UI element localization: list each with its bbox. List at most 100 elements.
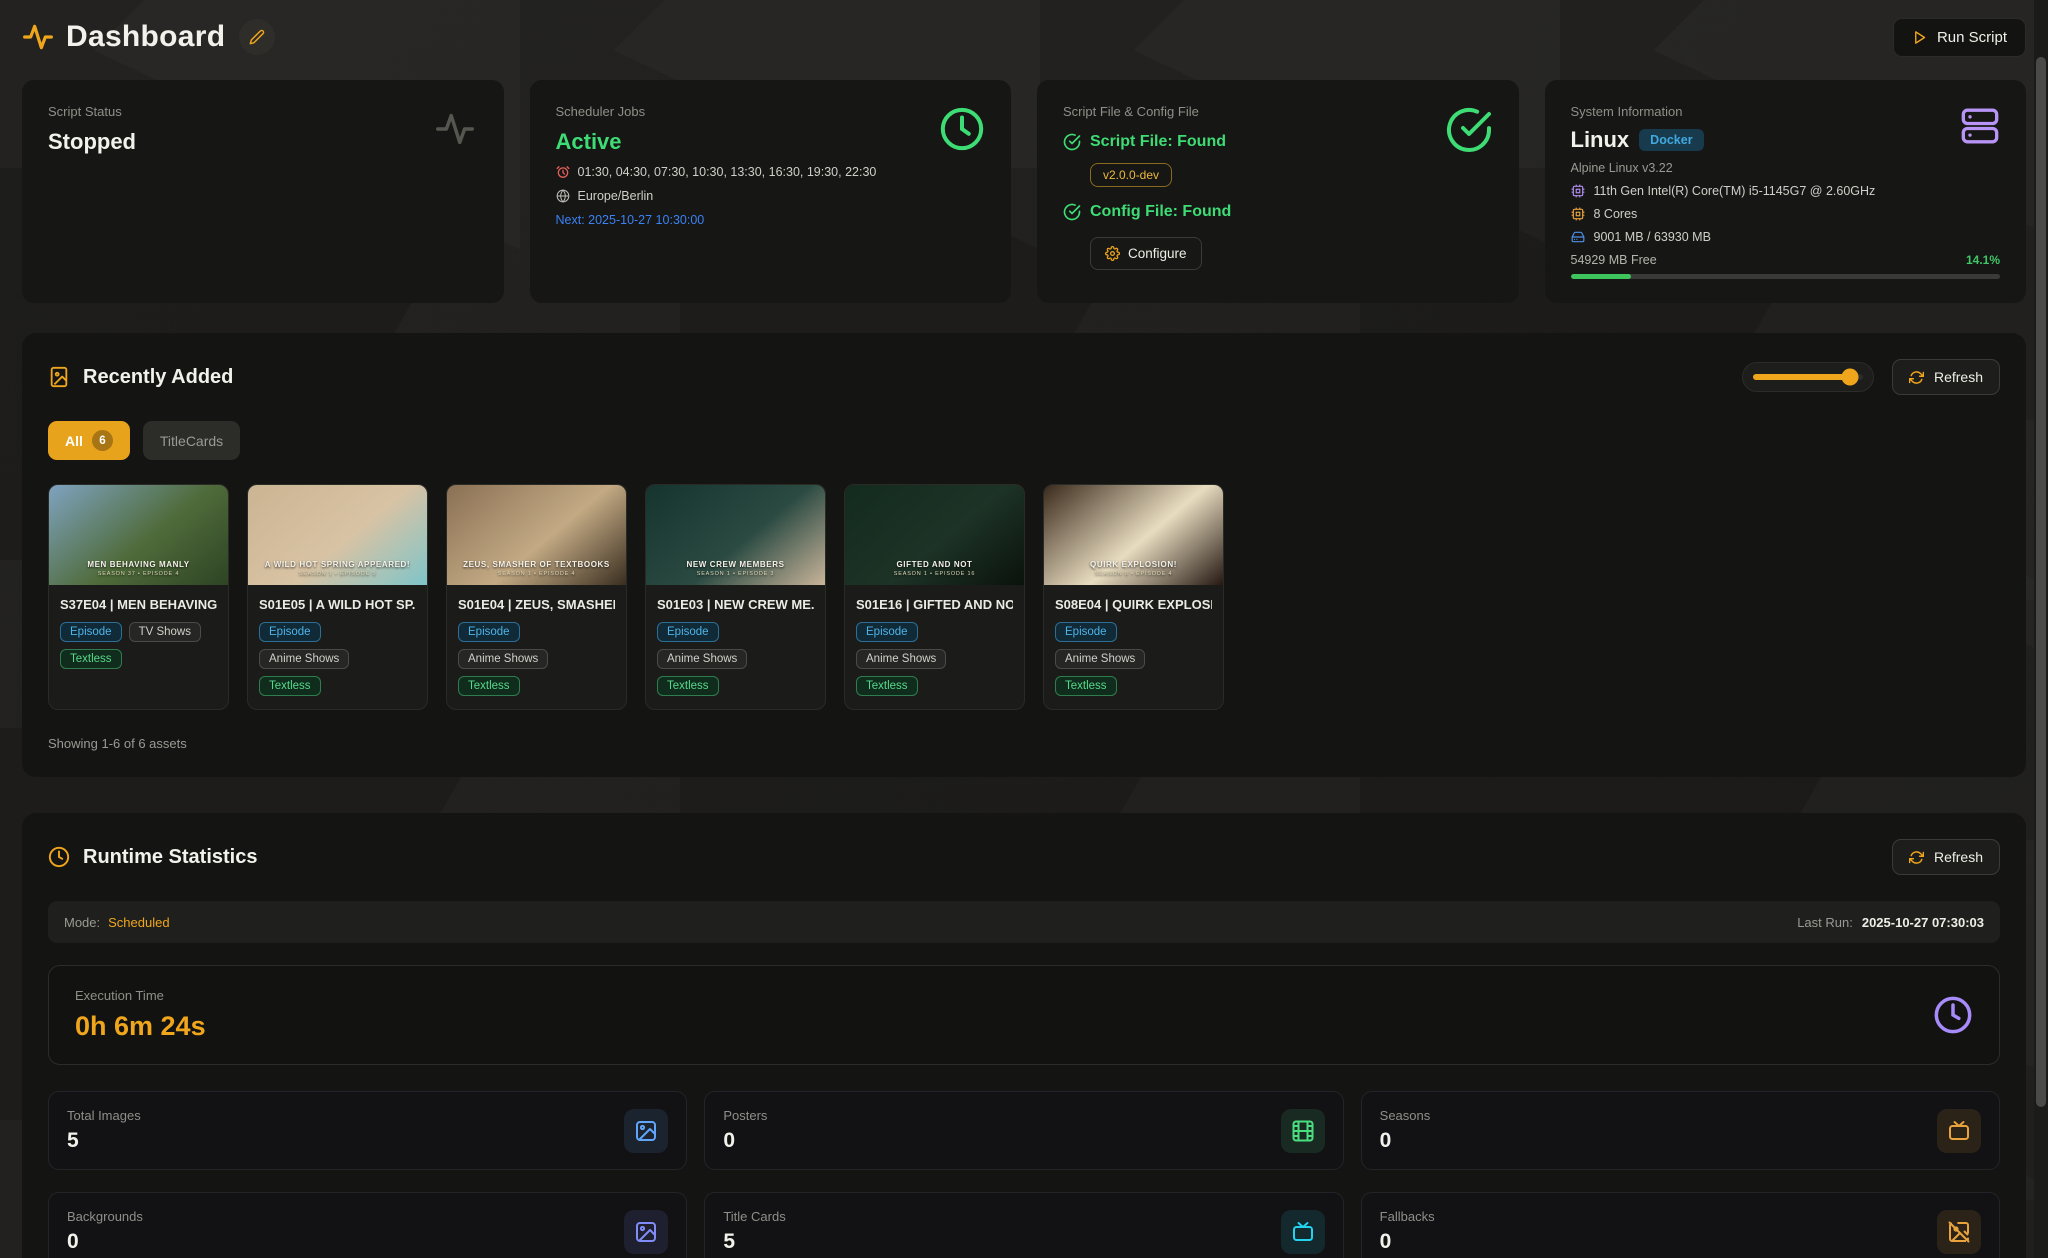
script-status-card: Script Status Stopped <box>22 80 504 303</box>
assets-count-text: Showing 1-6 of 6 assets <box>48 736 2000 751</box>
tag-library: Anime Shows <box>657 649 747 669</box>
section-title: Runtime Statistics <box>83 846 257 869</box>
memory-free-row: 54929 MB Free 14.1% <box>1571 253 2001 267</box>
thumb-title: A WILD HOT SPRING APPEARED! <box>248 560 427 569</box>
stat-label: Total Images <box>67 1108 141 1123</box>
thumb-title: NEW CREW MEMBERS <box>646 560 825 569</box>
scheduler-next-run: Next: 2025-10-27 10:30:00 <box>556 213 986 227</box>
tab-all-label: All <box>65 433 83 449</box>
scheduler-timezone: Europe/Berlin <box>578 189 654 203</box>
tag-episode: Episode <box>1055 622 1117 642</box>
tab-titlecards[interactable]: TitleCards <box>143 421 240 460</box>
film-icon <box>1281 1109 1325 1153</box>
asset-card[interactable]: ZEUS, SMASHER OF TEXTBOOKS SEASON 1 • EP… <box>446 484 627 710</box>
stat-tile-title-cards: Title Cards 5 <box>704 1192 1343 1258</box>
docker-badge: Docker <box>1639 129 1703 151</box>
asset-thumbnail: ZEUS, SMASHER OF TEXTBOOKS SEASON 1 • EP… <box>447 485 626 585</box>
globe-icon <box>556 189 570 203</box>
mode-value: Scheduled <box>108 915 169 930</box>
tag-textless: Textless <box>458 676 520 696</box>
tag-textless: Textless <box>259 676 321 696</box>
cores-row: 8 Cores <box>1571 207 2001 221</box>
tab-titlecards-label: TitleCards <box>160 433 223 449</box>
script-file-status: Script File: Found <box>1090 133 1226 151</box>
os-name: Linux <box>1571 127 1630 153</box>
asset-card[interactable]: NEW CREW MEMBERS SEASON 1 • EPISODE 3 S0… <box>645 484 826 710</box>
image-icon <box>624 1109 668 1153</box>
asset-card[interactable]: GIFTED AND NOT SEASON 1 • EPISODE 16 S01… <box>844 484 1025 710</box>
run-script-label: Run Script <box>1937 29 2007 46</box>
play-icon <box>1912 30 1927 45</box>
tag-episode: Episode <box>856 622 918 642</box>
thumb-subtitle: SEASON 1 • EPISODE 5 <box>248 571 427 577</box>
memory-progress-track <box>1571 274 2001 279</box>
thumb-title: GIFTED AND NOT <box>845 560 1024 569</box>
image-icon <box>624 1210 668 1254</box>
check-circle-icon <box>1063 203 1081 221</box>
tag-textless: Textless <box>856 676 918 696</box>
config-file-status: Config File: Found <box>1090 203 1231 221</box>
asset-grid: MEN BEHAVING MANLY SEASON 37 • EPISODE 4… <box>48 484 2000 710</box>
asset-card[interactable]: QUIRK EXPLOSION! SEASON 8 • EPISODE 4 S0… <box>1043 484 1224 710</box>
tab-all-count: 6 <box>92 430 113 451</box>
edit-dashboard-button[interactable] <box>239 19 275 55</box>
pencil-icon <box>249 29 265 45</box>
memory-progress-fill <box>1571 274 1632 279</box>
clock-icon <box>939 106 985 152</box>
refresh-label: Refresh <box>1934 369 1983 385</box>
tag-textless: Textless <box>1055 676 1117 696</box>
card-label: System Information <box>1571 104 2001 119</box>
alarm-clock-icon <box>556 165 570 179</box>
scheduler-times: 01:30, 04:30, 07:30, 10:30, 13:30, 16:30… <box>578 165 877 179</box>
cpu-row: 11th Gen Intel(R) Core(TM) i5-1145G7 @ 2… <box>1571 184 2001 198</box>
runtime-statistics-section: Runtime Statistics Refresh Mode: Schedul… <box>22 813 2026 1258</box>
stat-value: 5 <box>67 1129 141 1153</box>
tag-library: Anime Shows <box>1055 649 1145 669</box>
asset-thumbnail: QUIRK EXPLOSION! SEASON 8 • EPISODE 4 <box>1044 485 1223 585</box>
thumbnail-size-slider[interactable] <box>1742 362 1874 392</box>
last-run-value: 2025-10-27 07:30:03 <box>1862 915 1984 930</box>
thumb-subtitle: SEASON 37 • EPISODE 4 <box>49 571 228 577</box>
configure-button[interactable]: Configure <box>1090 237 1202 270</box>
card-label: Script Status <box>48 104 478 119</box>
tag-episode: Episode <box>60 622 122 642</box>
asset-title: S37E04 | MEN BEHAVING... <box>60 597 217 612</box>
slider-track <box>1753 374 1863 380</box>
stat-label: Posters <box>723 1108 767 1123</box>
asset-thumbnail: A WILD HOT SPRING APPEARED! SEASON 1 • E… <box>248 485 427 585</box>
run-script-button[interactable]: Run Script <box>1893 18 2026 57</box>
tag-textless: Textless <box>657 676 719 696</box>
memory-free: 54929 MB Free <box>1571 253 1657 267</box>
stat-value: 0 <box>1380 1129 1431 1153</box>
stats-grid: Total Images 5 Posters 0 Seasons <box>48 1091 2000 1258</box>
check-circle-icon <box>1445 106 1493 154</box>
scheduler-jobs-card: Scheduler Jobs Active 01:30, 04:30, 07:3… <box>530 80 1012 303</box>
asset-card[interactable]: A WILD HOT SPRING APPEARED! SEASON 1 • E… <box>247 484 428 710</box>
stat-tile-total-images: Total Images 5 <box>48 1091 687 1170</box>
gear-icon <box>1105 246 1120 261</box>
tag-episode: Episode <box>458 622 520 642</box>
refresh-button[interactable]: Refresh <box>1892 359 2000 395</box>
asset-card[interactable]: MEN BEHAVING MANLY SEASON 37 • EPISODE 4… <box>48 484 229 710</box>
slider-fill <box>1753 374 1850 380</box>
script-status-value: Stopped <box>48 129 478 155</box>
tag-library: Anime Shows <box>856 649 946 669</box>
refresh-label: Refresh <box>1934 849 1983 865</box>
stat-tile-seasons: Seasons 0 <box>1361 1091 2000 1170</box>
tab-all[interactable]: All 6 <box>48 421 130 460</box>
stat-label: Fallbacks <box>1380 1209 1435 1224</box>
page-header: Dashboard Run Script <box>22 0 2026 66</box>
memory-usage: 9001 MB / 63930 MB <box>1594 230 1711 244</box>
refresh-button[interactable]: Refresh <box>1892 839 2000 875</box>
script-config-file-card: Script File & Config File Script File: F… <box>1037 80 1519 303</box>
tag-library: TV Shows <box>129 622 201 642</box>
system-information-card: System Information Linux Docker Alpine L… <box>1545 80 2027 303</box>
refresh-icon <box>1909 370 1924 385</box>
slider-knob[interactable] <box>1841 369 1858 386</box>
scrollbar-thumb[interactable] <box>2036 57 2046 1107</box>
thumb-subtitle: SEASON 8 • EPISODE 4 <box>1044 571 1223 577</box>
cpu-icon <box>1571 184 1585 198</box>
page-scrollbar[interactable] <box>2034 0 2048 1258</box>
mode-bar: Mode: Scheduled Last Run: 2025-10-27 07:… <box>48 901 2000 943</box>
tag-textless: Textless <box>60 649 122 669</box>
